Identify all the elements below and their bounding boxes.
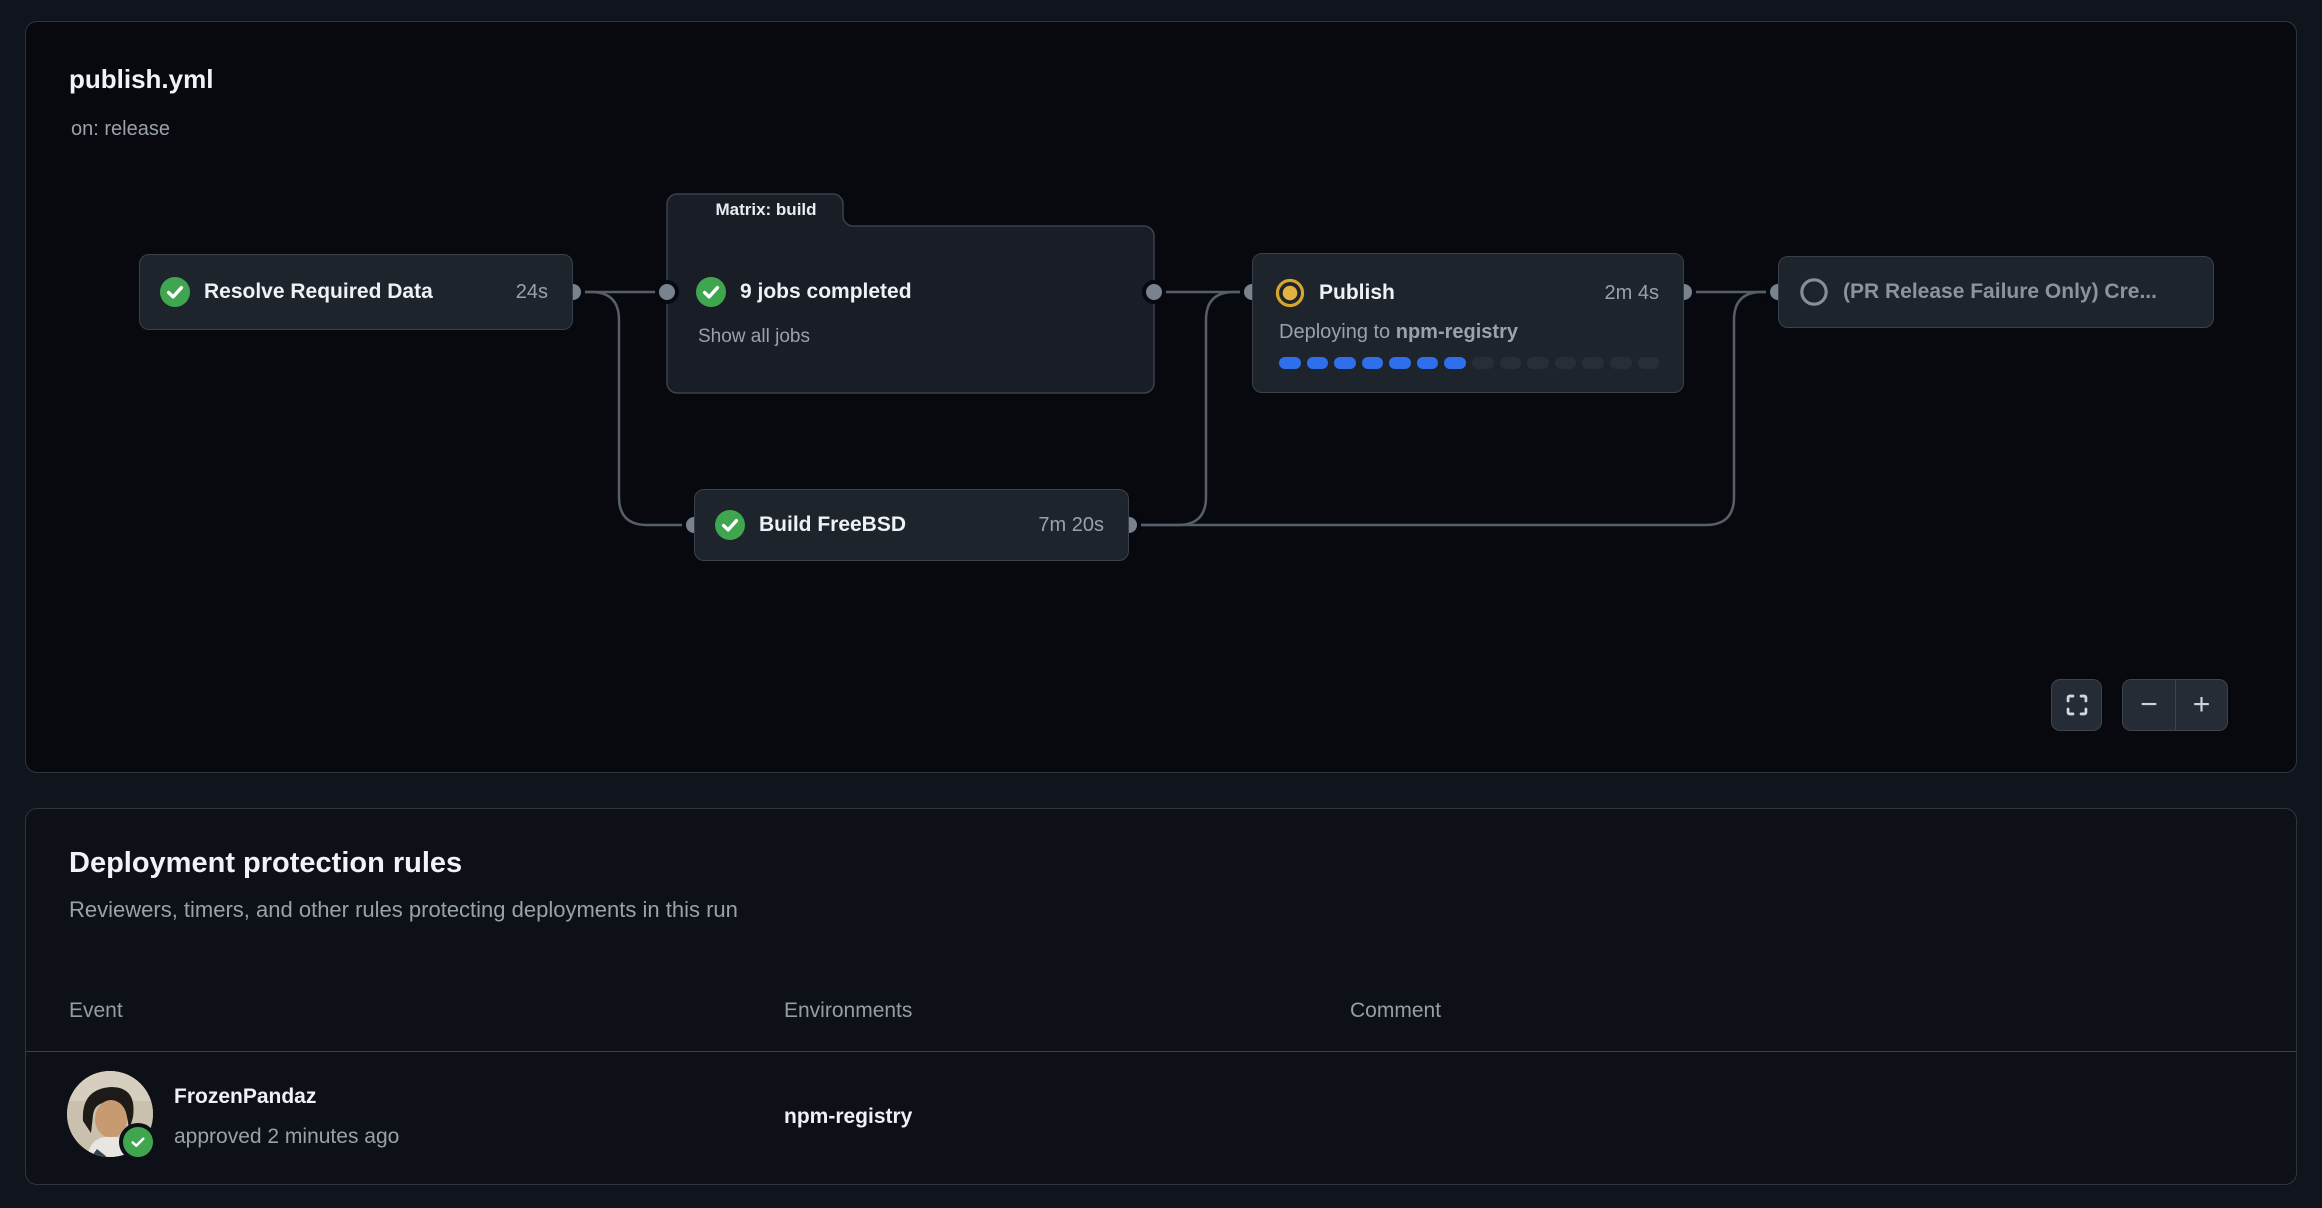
avatar — [67, 1071, 153, 1157]
dot-matrix-out — [1144, 282, 1164, 302]
pending-circle-icon — [1799, 277, 1829, 307]
progress-segment — [1307, 357, 1329, 369]
rules-subtitle: Reviewers, timers, and other rules prote… — [69, 897, 738, 923]
job-duration: 2m 4s — [1605, 282, 1659, 305]
progress-segment — [1610, 357, 1632, 369]
deploy-prefix: Deploying to — [1279, 321, 1396, 343]
in-progress-icon — [1275, 278, 1305, 308]
zoom-in-button[interactable]: + — [2175, 680, 2227, 730]
rules-title: Deployment protection rules — [69, 847, 462, 880]
check-circle-icon — [715, 510, 745, 540]
progress-segment — [1500, 357, 1522, 369]
workflow-edges-canvas — [26, 22, 2298, 774]
check-icon — [128, 1132, 148, 1152]
check-circle-icon — [696, 277, 726, 307]
progress-segment — [1638, 357, 1660, 369]
job-title: Build FreeBSD — [759, 513, 906, 537]
check-circle-icon — [160, 277, 190, 307]
progress-segment — [1444, 357, 1466, 369]
deployment-protection-rules-card: Deployment protection rules Reviewers, t… — [25, 808, 2297, 1185]
approved-check-badge — [119, 1123, 157, 1161]
fullscreen-button[interactable] — [2051, 679, 2102, 731]
zoom-out-button[interactable]: − — [2123, 680, 2175, 730]
table-header-divider — [26, 1051, 2296, 1052]
zoom-control: − + — [2122, 679, 2228, 731]
job-duration: 24s — [516, 281, 548, 304]
row-environment: npm-registry — [784, 1105, 912, 1129]
progress-segment — [1279, 357, 1301, 369]
matrix-summary: 9 jobs completed — [740, 280, 912, 304]
deploy-status-line: Deploying to npm-registry — [1253, 308, 1683, 344]
show-all-jobs-link[interactable]: Show all jobs — [698, 326, 810, 348]
job-node-resolve-required-data[interactable]: Resolve Required Data 24s — [139, 254, 573, 330]
job-title: Publish — [1319, 281, 1395, 305]
job-title: Resolve Required Data — [204, 280, 433, 304]
graph-controls: − + — [2051, 679, 2228, 731]
job-node-pr-release-failure[interactable]: (PR Release Failure Only) Cre... — [1778, 256, 2214, 328]
job-node-build-freebsd[interactable]: Build FreeBSD 7m 20s — [694, 489, 1129, 561]
deploy-progress — [1253, 344, 1683, 369]
column-header-environments: Environments — [784, 999, 912, 1023]
column-header-comment: Comment — [1350, 999, 1441, 1023]
progress-segment — [1582, 357, 1604, 369]
fullscreen-icon — [2064, 692, 2090, 718]
progress-segment — [1389, 357, 1411, 369]
reviewer-action: approved 2 minutes ago — [174, 1125, 399, 1149]
dot-matrix-in — [657, 282, 677, 302]
progress-segment — [1472, 357, 1494, 369]
workflow-graph-card: publish.yml on: release Matrix: build — [25, 21, 2297, 773]
reviewer-name: FrozenPandaz — [174, 1085, 316, 1109]
progress-segment — [1527, 357, 1549, 369]
matrix-summary-row[interactable]: 9 jobs completed — [696, 277, 912, 307]
progress-segment — [1417, 357, 1439, 369]
column-header-event: Event — [69, 999, 123, 1023]
progress-segment — [1555, 357, 1577, 369]
matrix-tab-label: Matrix: build — [696, 200, 836, 220]
job-duration: 7m 20s — [1038, 514, 1104, 537]
job-node-publish[interactable]: Publish 2m 4s Deploying to npm-registry — [1252, 253, 1684, 393]
deploy-target: npm-registry — [1396, 321, 1518, 343]
progress-segment — [1362, 357, 1384, 369]
progress-segment — [1334, 357, 1356, 369]
job-title: (PR Release Failure Only) Cre... — [1843, 280, 2157, 304]
